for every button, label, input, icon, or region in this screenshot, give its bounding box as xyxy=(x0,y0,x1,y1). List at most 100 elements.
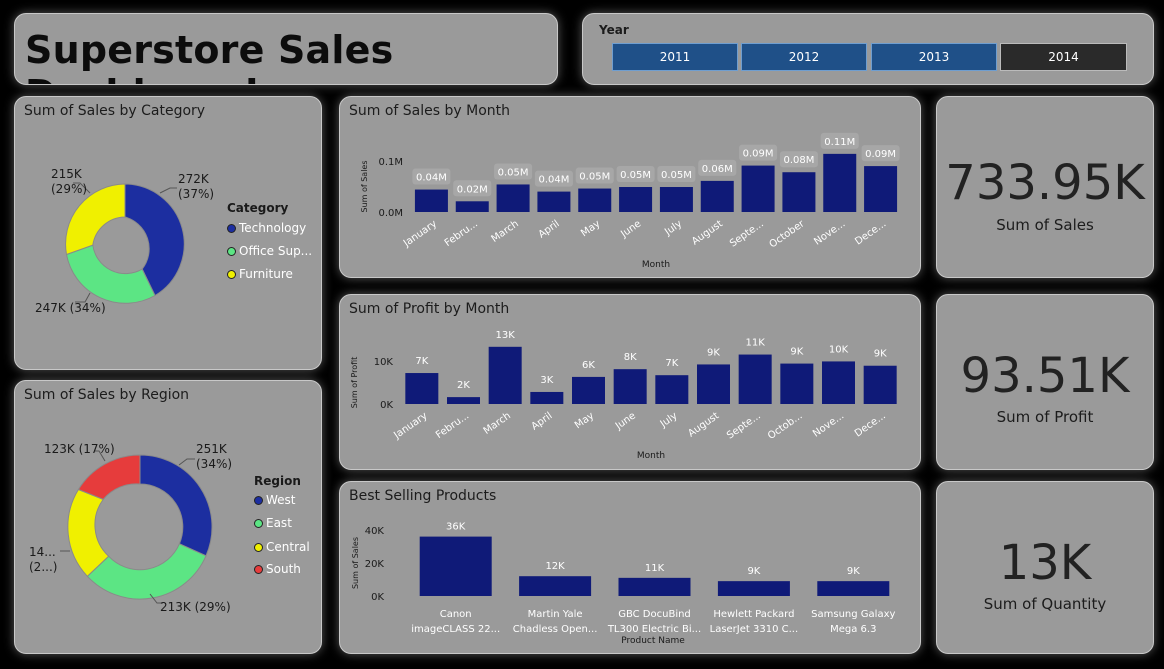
data-label: 9K xyxy=(707,347,720,358)
data-label: 10K xyxy=(829,344,849,355)
data-label: 2K xyxy=(457,380,470,391)
x-tick-label: April xyxy=(537,218,562,240)
label-east: 213K (29%) xyxy=(160,600,231,614)
data-label: 0.05M xyxy=(661,170,692,181)
sales-by-month-chart[interactable]: 0.0M 0.1M Sum of Sales 0.04M January 0.02M Feb… xyxy=(340,97,921,278)
kpi-sales-card: 733.95K Sum of Sales xyxy=(936,96,1154,278)
data-label: 0.05M xyxy=(620,170,651,181)
bar xyxy=(455,201,489,212)
label-office-supplies: 247K (34%) xyxy=(35,301,106,315)
kpi-profit-label: Sum of Profit xyxy=(996,408,1094,426)
x-tick-label: January xyxy=(401,218,439,249)
bar xyxy=(700,180,734,212)
profit-by-month-chart[interactable]: 0K 10K Sum of Profit 7K January 2K Febru... 13K… xyxy=(340,295,921,470)
data-label: 0.02M xyxy=(457,184,488,195)
bar xyxy=(741,165,775,212)
bar xyxy=(823,153,857,212)
slice-south[interactable] xyxy=(77,454,141,500)
x-tick-label: Septe... xyxy=(725,410,763,441)
sales-by-month-card[interactable]: Sum of Sales by Month 0.0M 0.1M Sum of Sal… xyxy=(339,96,921,278)
legend-central[interactable]: Central xyxy=(254,540,310,554)
bar xyxy=(537,191,571,212)
category-chart-card[interactable]: Sum of Sales by Category 272K (37%) 215K(… xyxy=(14,96,322,370)
legend-dot-icon xyxy=(227,223,236,233)
data-label: 0.04M xyxy=(538,175,569,186)
region-chart-card[interactable]: Sum of Sales by Region 251K (34%) 123K (1… xyxy=(14,380,322,654)
y-axis-label: Sum of Sales xyxy=(360,160,369,212)
legend-west[interactable]: West xyxy=(254,493,296,507)
x-tick-label: Octob... xyxy=(766,410,804,442)
slice-office-supplies[interactable] xyxy=(65,244,156,304)
y-tick-label: 10K xyxy=(374,357,394,368)
legend-south[interactable]: South xyxy=(254,562,301,576)
bar xyxy=(782,172,816,212)
bar xyxy=(619,187,653,212)
legend-dot-icon xyxy=(227,246,236,256)
best-selling-products-chart[interactable]: 0K 20K 40K Sum of Sales 36K Canon imageCLASS 2… xyxy=(340,482,921,654)
year-slicer: Year 2011 2012 2013 2014 xyxy=(582,13,1154,85)
y-tick-label: 0K xyxy=(380,400,393,411)
x-tick-label: Chadless Open... xyxy=(513,624,598,635)
legend-office-supplies[interactable]: Office Sup... xyxy=(227,244,312,258)
bar xyxy=(863,365,897,404)
year-option-2012[interactable]: 2012 xyxy=(741,43,867,71)
legend-dot-icon xyxy=(254,564,263,574)
x-axis-label: Product Name xyxy=(621,636,685,646)
year-slicer-label: Year xyxy=(599,23,629,37)
data-label: 0.06M xyxy=(702,164,733,175)
data-label: 36K xyxy=(446,522,466,533)
data-label: 6K xyxy=(582,360,595,371)
bar xyxy=(488,346,522,404)
x-tick-label: Hewlett Packard xyxy=(713,609,794,620)
bar xyxy=(618,577,691,596)
x-tick-label: Dece... xyxy=(853,410,888,439)
bar xyxy=(519,576,592,596)
y-tick-label: 0K xyxy=(371,592,384,603)
x-tick-label: imageCLASS 22... xyxy=(411,624,500,635)
x-tick-label: Samsung Galaxy xyxy=(811,609,895,620)
data-label: 9K xyxy=(874,349,887,360)
x-tick-label: TL300 Electric Bi... xyxy=(607,624,701,635)
page-title: Superstore Sales Dashboard xyxy=(25,28,394,84)
year-option-2011[interactable]: 2011 xyxy=(612,43,738,71)
legend-east[interactable]: East xyxy=(254,516,292,530)
bar xyxy=(572,376,605,404)
bar xyxy=(447,397,480,404)
y-tick-label: 20K xyxy=(365,559,385,570)
y-tick-label: 40K xyxy=(365,526,385,537)
x-tick-label: October xyxy=(768,218,808,250)
bar xyxy=(414,189,448,212)
year-option-2014[interactable]: 2014 xyxy=(1000,43,1127,71)
data-label: 7K xyxy=(415,356,428,367)
year-option-2013[interactable]: 2013 xyxy=(871,43,997,71)
x-tick-label: August xyxy=(690,218,725,247)
x-tick-label: July xyxy=(662,218,684,238)
title-card: Superstore Sales Dashboard xyxy=(14,13,558,85)
y-tick-label: 0.1M xyxy=(378,157,403,168)
legend-furniture[interactable]: Furniture xyxy=(227,267,293,281)
x-tick-label: January xyxy=(391,410,429,441)
label-south: 123K (17%) xyxy=(44,442,115,456)
y-tick-label: 0.0M xyxy=(378,208,403,219)
x-tick-label: Martin Yale xyxy=(528,609,583,620)
kpi-quantity-value: 13K xyxy=(998,535,1092,591)
x-tick-label: Dece... xyxy=(853,218,888,247)
data-label: 11K xyxy=(645,563,665,574)
legend-technology[interactable]: Technology xyxy=(227,221,306,235)
x-tick-label: April xyxy=(530,410,555,432)
x-axis-label: Month xyxy=(637,451,665,461)
best-selling-products-card[interactable]: Best Selling Products 0K 20K 40K Sum of Sal… xyxy=(339,481,921,654)
x-tick-label: June xyxy=(613,410,638,432)
bar xyxy=(817,581,890,596)
x-tick-label: Mega 6.3 xyxy=(830,624,876,635)
x-tick-label: Febru... xyxy=(443,218,480,249)
kpi-sales-label: Sum of Sales xyxy=(996,216,1094,234)
legend-dot-icon xyxy=(254,542,263,552)
bar xyxy=(496,184,530,212)
category-legend-title: Category xyxy=(227,201,289,215)
bar xyxy=(864,166,898,212)
data-label: 11K xyxy=(746,338,766,349)
data-label: 0.04M xyxy=(416,173,447,184)
profit-by-month-card[interactable]: Sum of Profit by Month 0K 10K Sum of Profi… xyxy=(339,294,921,470)
data-label: 0.09M xyxy=(743,149,774,160)
